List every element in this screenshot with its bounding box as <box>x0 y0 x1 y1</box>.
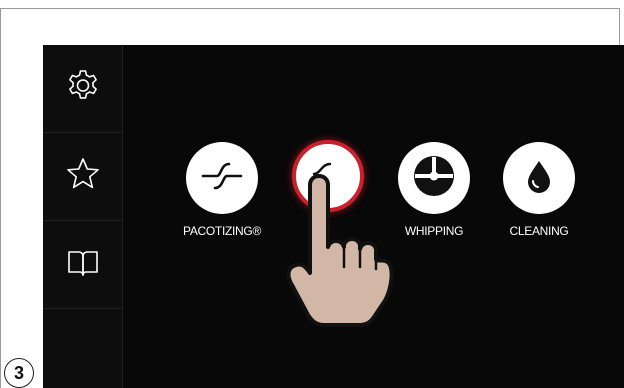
mode-label: PACOTIZING® <box>183 224 261 238</box>
step-number-badge: 3 <box>4 358 34 388</box>
mode-cleaning[interactable]: CLEANING <box>479 142 599 238</box>
mode-selected[interactable] <box>268 140 388 222</box>
pacotizing-blade-icon <box>308 154 348 199</box>
sidebar-item-favorites[interactable] <box>43 133 123 220</box>
whipping-icon <box>411 153 457 204</box>
star-icon <box>65 156 101 197</box>
mode-circle-selected <box>292 140 364 212</box>
droplet-icon <box>519 156 559 201</box>
sidebar-item-settings[interactable] <box>43 45 123 132</box>
mode-circle <box>503 142 575 214</box>
mode-circle <box>398 142 470 214</box>
sidebar-item-recipes[interactable] <box>43 221 123 308</box>
mode-label: WHIPPING <box>404 224 464 238</box>
device-screen: PACOTIZING® WHIPPING CLEANING <box>43 45 624 388</box>
mode-circle <box>186 142 258 214</box>
sidebar-divider <box>43 308 123 309</box>
mode-pacotizing[interactable]: PACOTIZING® <box>162 142 282 238</box>
mode-label: CLEANING <box>509 224 569 238</box>
mode-whipping[interactable]: WHIPPING <box>374 142 494 238</box>
gear-icon <box>65 68 101 109</box>
book-icon <box>65 244 101 285</box>
instruction-page: PACOTIZING® WHIPPING CLEANING 3 <box>0 0 624 388</box>
pacotizing-blade-icon <box>199 153 245 204</box>
sidebar <box>43 45 123 388</box>
